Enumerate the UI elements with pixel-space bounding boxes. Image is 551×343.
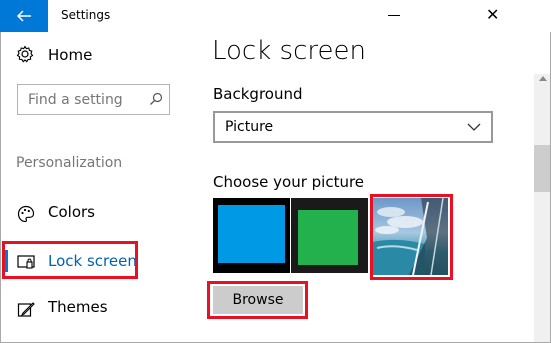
home-label: Home [48, 46, 93, 64]
search-icon [150, 92, 163, 105]
search-box[interactable] [17, 84, 170, 115]
search-input[interactable] [28, 91, 143, 109]
green-swatch [298, 210, 358, 265]
sidebar-item-home[interactable]: Home [16, 44, 186, 68]
page-title: Lock screen [212, 36, 366, 66]
minimize-button[interactable] [388, 15, 400, 16]
close-button[interactable]: ✕ [486, 7, 499, 23]
back-button[interactable] [0, 0, 48, 32]
scrollbar-thumb[interactable] [534, 145, 550, 192]
scrollbar[interactable] [534, 74, 550, 342]
gear-icon [16, 45, 34, 63]
choose-picture-label: Choose your picture [213, 173, 365, 191]
palette-icon [17, 205, 35, 223]
background-dropdown[interactable]: Picture [213, 111, 493, 143]
sidebar: Home Personalization Colors Lock screen [0, 32, 192, 343]
blue-swatch [218, 205, 285, 263]
sidebar-item-themes[interactable]: Themes [0, 288, 192, 328]
themes-icon [17, 302, 35, 317]
chevron-down-icon [467, 123, 481, 131]
title-bar: Settings ✕ [0, 0, 551, 32]
highlight-box-beach-picture [370, 194, 453, 280]
sidebar-item-label: Themes [48, 298, 108, 316]
sidebar-item-colors[interactable]: Colors [0, 193, 192, 233]
picture-thumbnail-blue[interactable] [213, 198, 290, 273]
sidebar-item-label: Colors [48, 203, 95, 221]
background-value: Picture [225, 119, 274, 135]
window-title: Settings [61, 8, 111, 22]
highlight-box-browse [207, 281, 308, 319]
back-arrow-icon [16, 10, 31, 22]
scroll-up-arrow-icon[interactable] [539, 76, 547, 81]
picture-thumbnail-green[interactable] [291, 198, 368, 273]
section-heading: Personalization [16, 155, 123, 171]
background-label: Background [213, 85, 303, 103]
highlight-box-lock-screen [2, 241, 138, 279]
